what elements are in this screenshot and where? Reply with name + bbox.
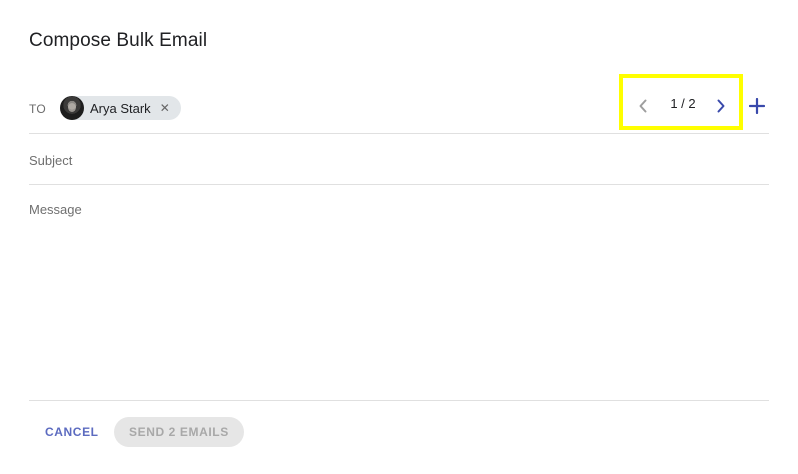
dialog-title: Compose Bulk Email	[29, 30, 208, 51]
close-icon[interactable]: ✕	[160, 102, 170, 114]
plus-icon[interactable]	[745, 94, 769, 118]
to-label: TO	[29, 102, 47, 116]
dialog-footer: CANCEL SEND 2 EMAILS	[29, 400, 769, 474]
recipient-pager: 1 / 2	[619, 74, 769, 134]
message-input[interactable]	[29, 201, 769, 391]
subject-input[interactable]	[29, 151, 769, 169]
subject-row	[29, 134, 769, 185]
compose-bulk-email-dialog: Compose Bulk Email TO Arya Stark ✕ 1 / 2	[0, 0, 798, 474]
user-avatar	[60, 96, 84, 120]
send-emails-button[interactable]: SEND 2 EMAILS	[114, 417, 244, 447]
chevron-right-icon[interactable]	[709, 94, 733, 118]
pager-count: 1 / 2	[670, 96, 696, 111]
recipient-chip[interactable]: Arya Stark ✕	[60, 96, 181, 120]
chevron-left-icon[interactable]	[631, 94, 655, 118]
cancel-button[interactable]: CANCEL	[29, 417, 115, 447]
to-row: TO Arya Stark ✕ 1 / 2	[29, 74, 769, 134]
recipient-chip-label: Arya Stark	[90, 100, 151, 116]
